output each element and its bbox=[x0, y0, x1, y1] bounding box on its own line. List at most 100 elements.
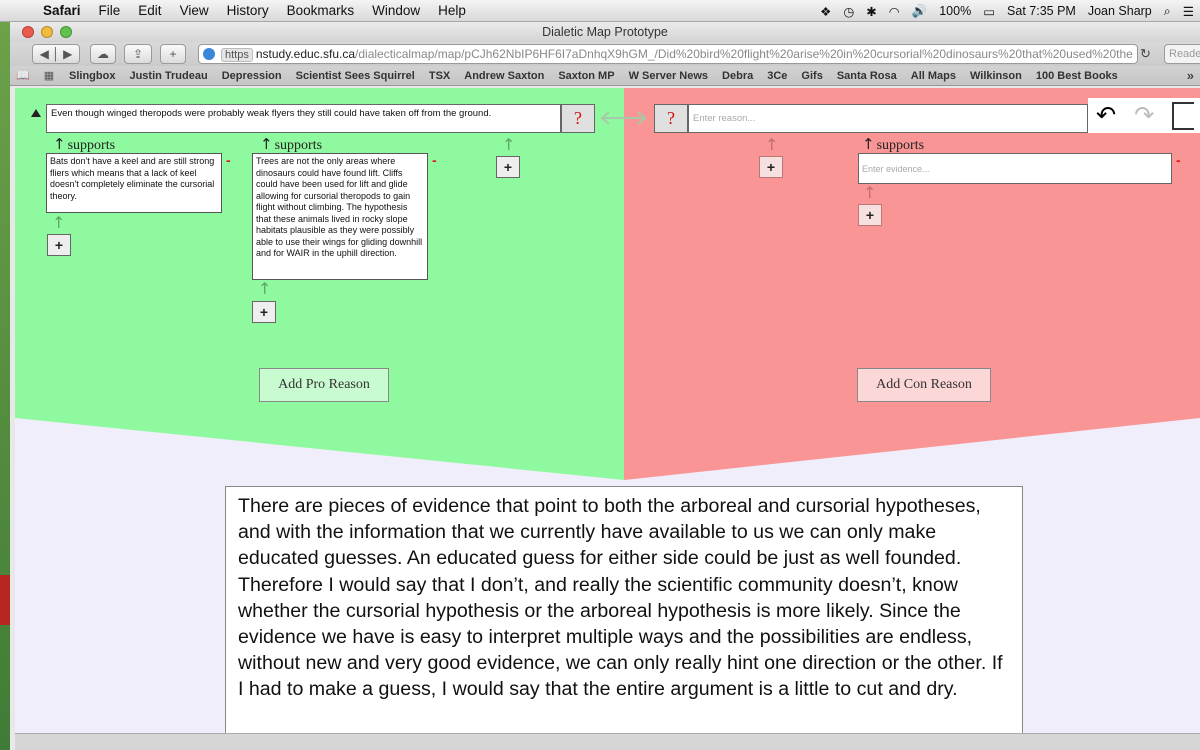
time-machine-icon[interactable]: ◷ bbox=[843, 4, 854, 19]
con-reason-input[interactable] bbox=[688, 104, 1088, 133]
pro-question-button[interactable]: ? bbox=[561, 104, 595, 133]
supports-text: supports bbox=[67, 138, 116, 153]
up-arrow-icon: ↑ bbox=[765, 135, 779, 154]
add-con-reason-button[interactable]: Add Con Reason bbox=[857, 368, 991, 402]
browser-toolbar: ◀ │ ▶ ☁ ⇪ + https nstudy.educ.sfu.ca/dial… bbox=[10, 42, 1200, 66]
title-bar: Dialetic Map Prototype bbox=[10, 22, 1200, 42]
menu-window[interactable]: Window bbox=[363, 3, 429, 18]
add-pro-reason-button[interactable]: Add Pro Reason bbox=[259, 368, 389, 402]
window-bottom-bar bbox=[15, 733, 1200, 750]
add-support-button[interactable]: + bbox=[759, 156, 783, 178]
zoom-button[interactable] bbox=[60, 26, 72, 38]
pro-evidence-box[interactable]: Bats don't have a keel and are still str… bbox=[46, 153, 222, 213]
supports-text: supports bbox=[274, 138, 323, 153]
redo-icon[interactable]: ↷ bbox=[1134, 101, 1154, 130]
up-arrow-icon: ↑ bbox=[53, 135, 66, 153]
add-evidence-button[interactable]: + bbox=[47, 234, 71, 256]
notification-icon[interactable]: ☰ bbox=[1183, 4, 1194, 19]
menu-help[interactable]: Help bbox=[429, 3, 475, 18]
cloud-icon: ☁ bbox=[97, 47, 109, 61]
claim-box[interactable]: Even though winged theropods were probab… bbox=[46, 104, 561, 133]
share-icon: ⇪ bbox=[132, 47, 144, 61]
user-name[interactable]: Joan Sharp bbox=[1088, 4, 1152, 18]
address-bar[interactable]: https nstudy.educ.sfu.ca/dialecticalmap/m… bbox=[198, 44, 1138, 64]
add-support-button[interactable]: + bbox=[496, 156, 520, 178]
spotlight-icon[interactable]: ⌕ bbox=[1164, 4, 1171, 19]
url-host: nstudy.educ.sfu.ca bbox=[255, 47, 356, 61]
bookmark-item[interactable]: Scientist Sees Squirrel bbox=[289, 70, 422, 82]
add-evidence-button[interactable]: + bbox=[252, 301, 276, 323]
menu-history[interactable]: History bbox=[218, 3, 278, 18]
url-scheme: https bbox=[221, 48, 253, 62]
dialectic-map-page: Even though winged theropods were probab… bbox=[15, 88, 1200, 733]
forward-icon[interactable]: ▶ bbox=[63, 47, 72, 61]
top-sites-icon[interactable]: ▦ bbox=[36, 69, 62, 82]
minimize-button[interactable] bbox=[41, 26, 53, 38]
reader-button[interactable]: Reade bbox=[1164, 44, 1200, 64]
more-bookmarks-icon[interactable]: » bbox=[1187, 68, 1194, 83]
add-evidence-button[interactable]: + bbox=[858, 204, 882, 226]
back-forward-buttons[interactable]: ◀ │ ▶ bbox=[32, 44, 80, 64]
battery-icon: ▭ bbox=[983, 4, 996, 19]
menubar-status: ❖ ◷ ✱ ◠ 🔊 100% ▭ Sat 7:35 PM Joan Sharp … bbox=[820, 0, 1194, 22]
wifi-icon[interactable]: ◠ bbox=[889, 4, 900, 19]
bluetooth-icon[interactable]: ✱ bbox=[866, 4, 876, 19]
remove-evidence-button[interactable]: - bbox=[432, 152, 437, 168]
battery-status[interactable]: 100% bbox=[939, 4, 971, 18]
menu-edit[interactable]: Edit bbox=[129, 3, 170, 18]
supports-label: ↑ supports bbox=[862, 135, 924, 154]
bookmark-item[interactable]: Debra bbox=[715, 70, 760, 82]
bookmark-item[interactable]: Santa Rosa bbox=[830, 70, 904, 82]
pro-evidence-box[interactable]: Trees are not the only areas where dinos… bbox=[252, 153, 428, 280]
back-icon[interactable]: ◀ bbox=[40, 47, 49, 61]
bookmarks-bar: 📖 ▦ Slingbox Justin Trudeau Depression S… bbox=[10, 66, 1200, 86]
bookmark-item[interactable]: Justin Trudeau bbox=[122, 70, 214, 82]
new-tab-button[interactable]: + bbox=[160, 44, 186, 64]
close-button[interactable] bbox=[22, 26, 34, 38]
menu-view[interactable]: View bbox=[171, 3, 218, 18]
share-button[interactable]: ⇪ bbox=[124, 44, 152, 64]
remove-evidence-button[interactable]: - bbox=[226, 152, 231, 168]
icloud-tabs-button[interactable]: ☁ bbox=[90, 44, 116, 64]
remove-evidence-button[interactable]: - bbox=[1176, 152, 1181, 168]
plus-icon: + bbox=[169, 47, 177, 61]
url-path: /dialecticalmap/map/pCJh62NbIP6HF6I7aDnh… bbox=[355, 47, 1133, 61]
book-icon[interactable]: 📖 bbox=[10, 69, 36, 82]
bookmark-item[interactable]: Saxton MP bbox=[551, 70, 621, 82]
menubar: Safari File Edit View History Bookmarks … bbox=[0, 0, 1200, 22]
collapse-triangle-icon[interactable] bbox=[31, 109, 41, 117]
menu-file[interactable]: File bbox=[90, 3, 130, 18]
menu-app[interactable]: Safari bbox=[34, 3, 90, 18]
bookmark-item[interactable]: 100 Best Books bbox=[1029, 70, 1125, 82]
bookmark-item[interactable]: Wilkinson bbox=[963, 70, 1029, 82]
dropbox-icon[interactable]: ❖ bbox=[820, 4, 831, 19]
bookmark-item[interactable]: Gifs bbox=[794, 70, 829, 82]
up-arrow-icon: ↑ bbox=[863, 183, 877, 202]
save-check-icon[interactable] bbox=[1172, 101, 1195, 130]
globe-icon bbox=[203, 48, 215, 60]
bookmark-item[interactable]: 3Ce bbox=[760, 70, 794, 82]
undo-redo-panel: ↶ ↷ bbox=[1088, 98, 1200, 133]
menu-bookmarks[interactable]: Bookmarks bbox=[278, 3, 364, 18]
con-question-button[interactable]: ? bbox=[654, 104, 688, 133]
bookmark-item[interactable]: All Maps bbox=[904, 70, 963, 82]
up-arrow-icon: ↑ bbox=[862, 135, 875, 153]
con-wedge bbox=[624, 418, 1200, 480]
window-controls bbox=[22, 26, 72, 38]
supports-text: supports bbox=[876, 138, 925, 153]
up-arrow-icon: ↑ bbox=[52, 213, 66, 232]
double-arrow-icon bbox=[600, 111, 647, 125]
reload-icon[interactable]: ↻ bbox=[1140, 46, 1151, 62]
bookmark-item[interactable]: W Server News bbox=[622, 70, 715, 82]
clock[interactable]: Sat 7:35 PM bbox=[1007, 4, 1076, 18]
bookmark-item[interactable]: Slingbox bbox=[62, 70, 122, 82]
bookmark-item[interactable]: TSX bbox=[422, 70, 457, 82]
bookmark-item[interactable]: Depression bbox=[215, 70, 289, 82]
con-evidence-input[interactable] bbox=[858, 153, 1172, 184]
undo-icon[interactable]: ↶ bbox=[1096, 101, 1116, 130]
volume-icon[interactable]: 🔊 bbox=[912, 4, 928, 19]
supports-label: ↑ supports bbox=[53, 135, 115, 154]
bookmark-item[interactable]: Andrew Saxton bbox=[457, 70, 551, 82]
up-arrow-icon: ↑ bbox=[502, 135, 516, 154]
conclusion-textbox[interactable]: There are pieces of evidence that point … bbox=[225, 486, 1023, 733]
